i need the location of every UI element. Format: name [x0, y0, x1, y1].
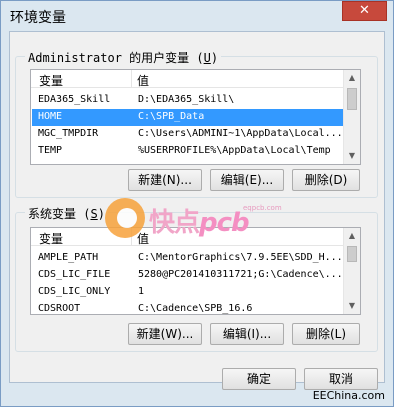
- vertical-scrollbar[interactable]: ▲ ▼: [343, 228, 360, 314]
- list-header: 变量 值: [31, 70, 347, 88]
- close-button[interactable]: ✕: [342, 1, 387, 21]
- column-header-name[interactable]: 变量: [39, 230, 63, 247]
- user-variables-list[interactable]: 变量 值 EDA365_Skill D:\EDA365_Skill\ HOME …: [30, 69, 361, 165]
- list-item-selected[interactable]: HOME C:\SPB_Data: [32, 109, 347, 126]
- scroll-up-icon[interactable]: ▲: [344, 228, 360, 244]
- system-new-button[interactable]: 新建(W)...: [128, 323, 202, 345]
- list-item[interactable]: CDS_LIC_ONLY 1: [32, 284, 347, 301]
- column-header-value[interactable]: 值: [137, 72, 149, 89]
- list-item[interactable]: EDA365_Skill D:\EDA365_Skill\: [32, 92, 347, 109]
- column-header-name[interactable]: 变量: [39, 72, 63, 89]
- list-item[interactable]: CDS_LIC_FILE 5280@PC201410311721;G:\Cade…: [32, 267, 347, 284]
- column-separator[interactable]: [131, 70, 132, 88]
- user-edit-button[interactable]: 编辑(E)...: [210, 169, 284, 191]
- list-item[interactable]: MGC_TMPDIR C:\Users\ADMINI~1\AppData\Loc…: [32, 126, 347, 143]
- footer-watermark: EEChina.com: [312, 389, 385, 402]
- scroll-up-icon[interactable]: ▲: [344, 70, 360, 86]
- list-item[interactable]: CDSROOT C:\Cadence\SPB_16.6: [32, 301, 347, 314]
- scroll-down-icon[interactable]: ▼: [344, 298, 360, 314]
- system-delete-button[interactable]: 删除(L): [292, 323, 360, 345]
- vertical-scrollbar[interactable]: ▲ ▼: [343, 70, 360, 164]
- ok-button[interactable]: 确定: [222, 368, 296, 390]
- watermark-logo: 快点pcb eqpcb.com: [105, 196, 295, 242]
- user-delete-button[interactable]: 删除(D): [292, 169, 360, 191]
- user-variables-group: Administrator 的用户变量 (U) 变量 值 EDA365_Skil…: [15, 49, 378, 198]
- environment-variables-dialog: 环境变量 ✕ Administrator 的用户变量 (U) 变量 值 EDA3…: [0, 0, 394, 407]
- list-item[interactable]: AMPLE_PATH C:\MentorGraphics\7.9.5EE\SDD…: [32, 250, 347, 267]
- scroll-down-icon[interactable]: ▼: [344, 148, 360, 164]
- system-variables-label: 系统变量 (S): [25, 205, 108, 222]
- scroll-thumb[interactable]: [347, 246, 357, 262]
- list-item[interactable]: TEMP %USERPROFILE%\AppData\Local\Temp: [32, 143, 347, 160]
- user-variables-label: Administrator 的用户变量 (U): [25, 49, 222, 66]
- watermark-circle-icon: [105, 198, 145, 238]
- cancel-button[interactable]: 取消: [304, 368, 378, 390]
- user-new-button[interactable]: 新建(N)...: [128, 169, 202, 191]
- system-edit-button[interactable]: 编辑(I)...: [210, 323, 284, 345]
- scroll-thumb[interactable]: [347, 88, 357, 110]
- title-bar: 环境变量 ✕: [1, 1, 393, 31]
- dialog-title: 环境变量: [10, 10, 66, 26]
